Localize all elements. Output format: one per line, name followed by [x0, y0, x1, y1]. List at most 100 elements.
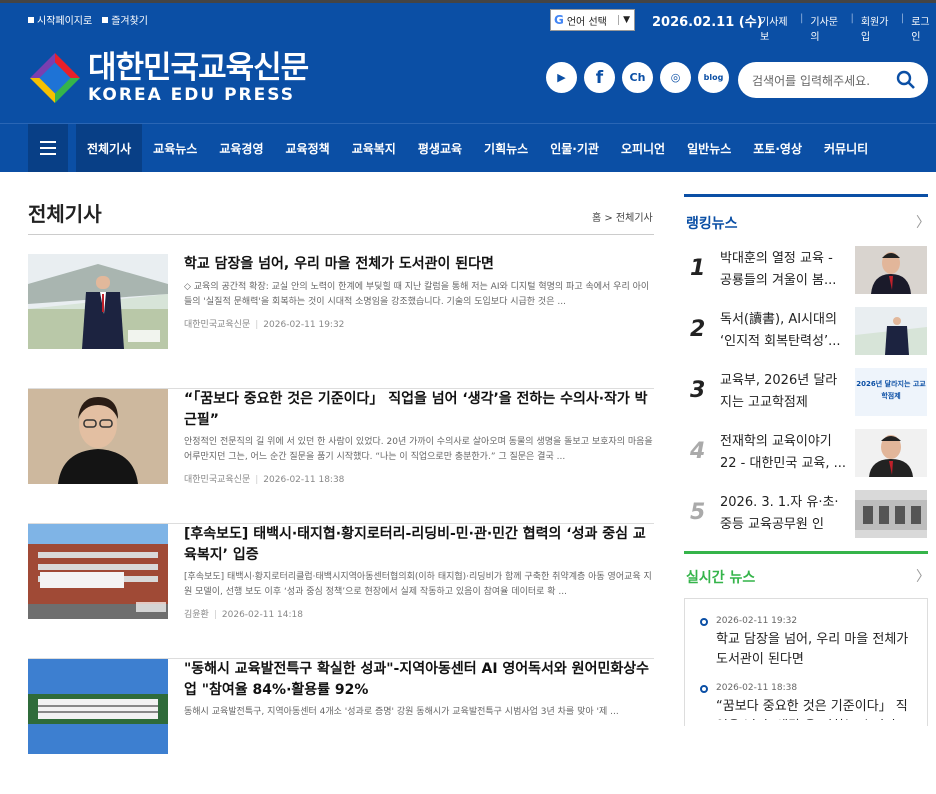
- chevron-right-icon[interactable]: 〉: [916, 566, 930, 586]
- nav-edu-news[interactable]: 교육뉴스: [142, 124, 208, 172]
- realtime-date: 2026-02-11 19:32: [716, 616, 798, 626]
- square-icon: [102, 16, 109, 23]
- search-icon[interactable]: [896, 70, 916, 90]
- logo-korean: 대한민국교육신문: [88, 50, 309, 86]
- square-icon: [28, 16, 34, 23]
- kakao-channel-icon[interactable]: Ch: [622, 62, 653, 93]
- logo-mark-icon: [26, 49, 84, 107]
- rank-thumbnail[interactable]: [855, 429, 927, 477]
- ranking-item[interactable]: 1 박대훈의 열정 교육 - 공룡들의 겨울이 봄...: [690, 242, 928, 302]
- site-logo[interactable]: 대한민국교육신문 KOREA EDU PRESS: [26, 49, 309, 107]
- article-title[interactable]: “「꿈보다 중요한 것은 기준이다」 직업을 넘어 ‘생각’을 전하는 수의사·…: [184, 389, 654, 431]
- nav-lifelong-edu[interactable]: 평생교육: [407, 124, 473, 172]
- nav-feature-news[interactable]: 기획뉴스: [473, 124, 539, 172]
- language-select[interactable]: G 언어 선택 ▼: [550, 9, 635, 31]
- article-time: 2026-02-11 18:38: [263, 475, 345, 485]
- ranking-item[interactable]: 3 교육부, 2026년 달라지는 고교학점제 2026년 달라지는 고교학점제: [690, 364, 928, 424]
- start-page-label: 시작페이지로: [37, 16, 93, 27]
- article-author: 김윤환: [184, 610, 209, 620]
- search-input[interactable]: 검색어를 입력해주세요.: [752, 72, 870, 89]
- article-meta: 대한민국교육신문 | 2026-02-11 18:38: [184, 475, 345, 485]
- nav-edu-policy[interactable]: 교육정책: [275, 124, 341, 172]
- main-content: 전체기사 홈 > 전체기사 학교 담장을 넘어, 우리 마을 전체가 도서관이 …: [0, 172, 936, 754]
- realtime-text[interactable]: 학교 담장을 넘어, 우리 마을 전체가 도서관이 된다면: [716, 630, 910, 670]
- realtime-title[interactable]: 실시간 뉴스: [686, 567, 755, 587]
- article-meta: 김윤환 | 2026-02-11 14:18: [184, 610, 303, 620]
- article-author: 대한민국교육신문: [184, 320, 251, 330]
- article-thumbnail[interactable]: [28, 254, 168, 349]
- link-report[interactable]: 기사제보: [760, 13, 793, 43]
- blog-icon[interactable]: blog: [698, 62, 729, 93]
- nav-people-org[interactable]: 인물·기관: [539, 124, 610, 172]
- nav-general-news[interactable]: 일반뉴스: [676, 124, 742, 172]
- rank-number: 5: [690, 500, 706, 525]
- rank-title[interactable]: 교육부, 2026년 달라지는 고교학점제: [720, 370, 848, 414]
- article-summary: ◇ 교육의 공간적 확장: 교실 안의 노력이 한계에 부딪힐 때 지난 칼럼을…: [184, 282, 650, 307]
- article-summary: [후속보도] 태백시·황지로터리클럽·태백시지역아동센터협의회(이하 태지협)·…: [184, 572, 652, 597]
- nav-edu-welfare[interactable]: 교육복지: [341, 124, 407, 172]
- rank-number: 4: [690, 439, 706, 464]
- nav-opinion[interactable]: 오피니언: [610, 124, 676, 172]
- article-thumbnail[interactable]: [28, 659, 168, 754]
- dropdown-arrow-icon: ▼: [618, 15, 634, 25]
- article-thumbnail[interactable]: [28, 524, 168, 619]
- article-item[interactable]: “「꿈보다 중요한 것은 기준이다」 직업을 넘어 ‘생각’을 전하는 수의사·…: [28, 389, 654, 524]
- ranking-item[interactable]: 5 2026. 3. 1.자 유·초·중등 교육공무원 인사...: [690, 486, 928, 546]
- ranking-item[interactable]: 4 전재학의 교육이야기 22 - 대한민국 교육, ...: [690, 425, 928, 485]
- article-item[interactable]: [후속보도] 태백시·태지협·황지로터리-리딩비-민·관·민간 협력의 ‘성과 …: [28, 524, 654, 659]
- circle-bullet-icon: [700, 618, 708, 626]
- link-signup[interactable]: 회원가입: [861, 13, 894, 43]
- article-summary: 동해시 교육발전특구, 지역아동센터 4개소 '성과로 증명' 강원 동해시가 …: [184, 707, 619, 717]
- link-login[interactable]: 로그인: [911, 13, 936, 43]
- hamburger-menu-icon[interactable]: [28, 124, 68, 172]
- article-item[interactable]: 학교 담장을 넘어, 우리 마을 전체가 도서관이 된다면 ◇ 교육의 공간적 …: [28, 254, 654, 389]
- article-title[interactable]: "동해시 교육발전특구 확실한 성과"-지역아동센터 AI 영어독서와 원어민화…: [184, 659, 654, 701]
- bookmark-label: 즐겨찾기: [111, 16, 149, 27]
- article-title[interactable]: [후속보도] 태백시·태지협·황지로터리-리딩비-민·관·민간 협력의 ‘성과 …: [184, 524, 654, 566]
- util-right: 기사제보 | 기사문의 | 회원가입 | 로그인: [760, 13, 936, 43]
- rank-title[interactable]: 전재학의 교육이야기 22 - 대한민국 교육, ...: [720, 431, 848, 475]
- nav-community[interactable]: 커뮤니티: [813, 124, 879, 172]
- current-date: 2026.02.11 (수): [652, 15, 763, 30]
- google-icon: G: [554, 13, 564, 27]
- youtube-icon[interactable]: ▶: [546, 62, 577, 93]
- instagram-icon[interactable]: ◎: [660, 62, 691, 93]
- realtime-top-border: [684, 551, 928, 554]
- realtime-text[interactable]: “꿈보다 중요한 것은 기준이다」 직업을 넘어 ‘생각’을 전하는 수의사: [716, 697, 910, 720]
- article-meta: 대한민국교육신문 | 2026-02-11 19:32: [184, 320, 345, 330]
- header: 시작페이지로 즐겨찾기 G 언어 선택 ▼ 2026.02.11 (수) 기사제…: [0, 3, 936, 123]
- util-left: 시작페이지로 즐겨찾기: [28, 12, 148, 27]
- rank-thumbnail[interactable]: [855, 490, 927, 538]
- breadcrumb[interactable]: 홈 > 전체기사: [592, 209, 653, 224]
- rank-title[interactable]: 박대훈의 열정 교육 - 공룡들의 겨울이 봄...: [720, 248, 848, 292]
- circle-bullet-icon: [700, 685, 708, 693]
- article-title[interactable]: 학교 담장을 넘어, 우리 마을 전체가 도서관이 된다면: [184, 254, 654, 275]
- start-page-link[interactable]: 시작페이지로: [28, 12, 92, 27]
- article-thumbnail[interactable]: [28, 389, 168, 484]
- realtime-date: 2026-02-11 18:38: [716, 683, 798, 693]
- chevron-right-icon[interactable]: 〉: [916, 212, 930, 232]
- search-box[interactable]: 검색어를 입력해주세요.: [738, 62, 928, 98]
- rank-thumbnail[interactable]: 2026년 달라지는 고교학점제: [855, 368, 927, 416]
- rank-thumbnail[interactable]: [855, 246, 927, 294]
- rank-thumbnail-caption: 2026년 달라지는 고교학점제: [856, 380, 926, 400]
- nav-all-articles[interactable]: 전체기사: [76, 124, 143, 172]
- article-author: 대한민국교육신문: [184, 475, 251, 485]
- rank-number: 2: [690, 317, 706, 342]
- rank-title[interactable]: 2026. 3. 1.자 유·초·중등 교육공무원 인사...: [720, 492, 848, 536]
- language-label: 언어 선택: [566, 16, 607, 28]
- bookmark-link[interactable]: 즐겨찾기: [102, 12, 148, 27]
- article-time: 2026-02-11 14:18: [221, 610, 303, 620]
- nav-edu-management[interactable]: 교육경영: [208, 124, 274, 172]
- ranking-title[interactable]: 랭킹뉴스: [686, 213, 738, 233]
- nav-photo-video[interactable]: 포토·영상: [742, 124, 813, 172]
- ranking-item[interactable]: 2 독서(讀書), AI시대의 ‘인지적 회복탄력성’...: [690, 303, 928, 363]
- article-item[interactable]: "동해시 교육발전특구 확실한 성과"-지역아동센터 AI 영어독서와 원어민화…: [28, 659, 654, 794]
- rank-title[interactable]: 독서(讀書), AI시대의 ‘인지적 회복탄력성’...: [720, 309, 848, 353]
- rank-number: 1: [690, 256, 706, 281]
- article-summary: 안정적인 전문직의 길 위에 서 있던 한 사람이 있었다. 20년 가까이 수…: [184, 437, 653, 462]
- logo-english: KOREA EDU PRESS: [88, 85, 295, 105]
- link-inquiry[interactable]: 기사문의: [810, 13, 843, 43]
- facebook-icon[interactable]: f: [584, 62, 615, 93]
- rank-thumbnail[interactable]: [855, 307, 927, 355]
